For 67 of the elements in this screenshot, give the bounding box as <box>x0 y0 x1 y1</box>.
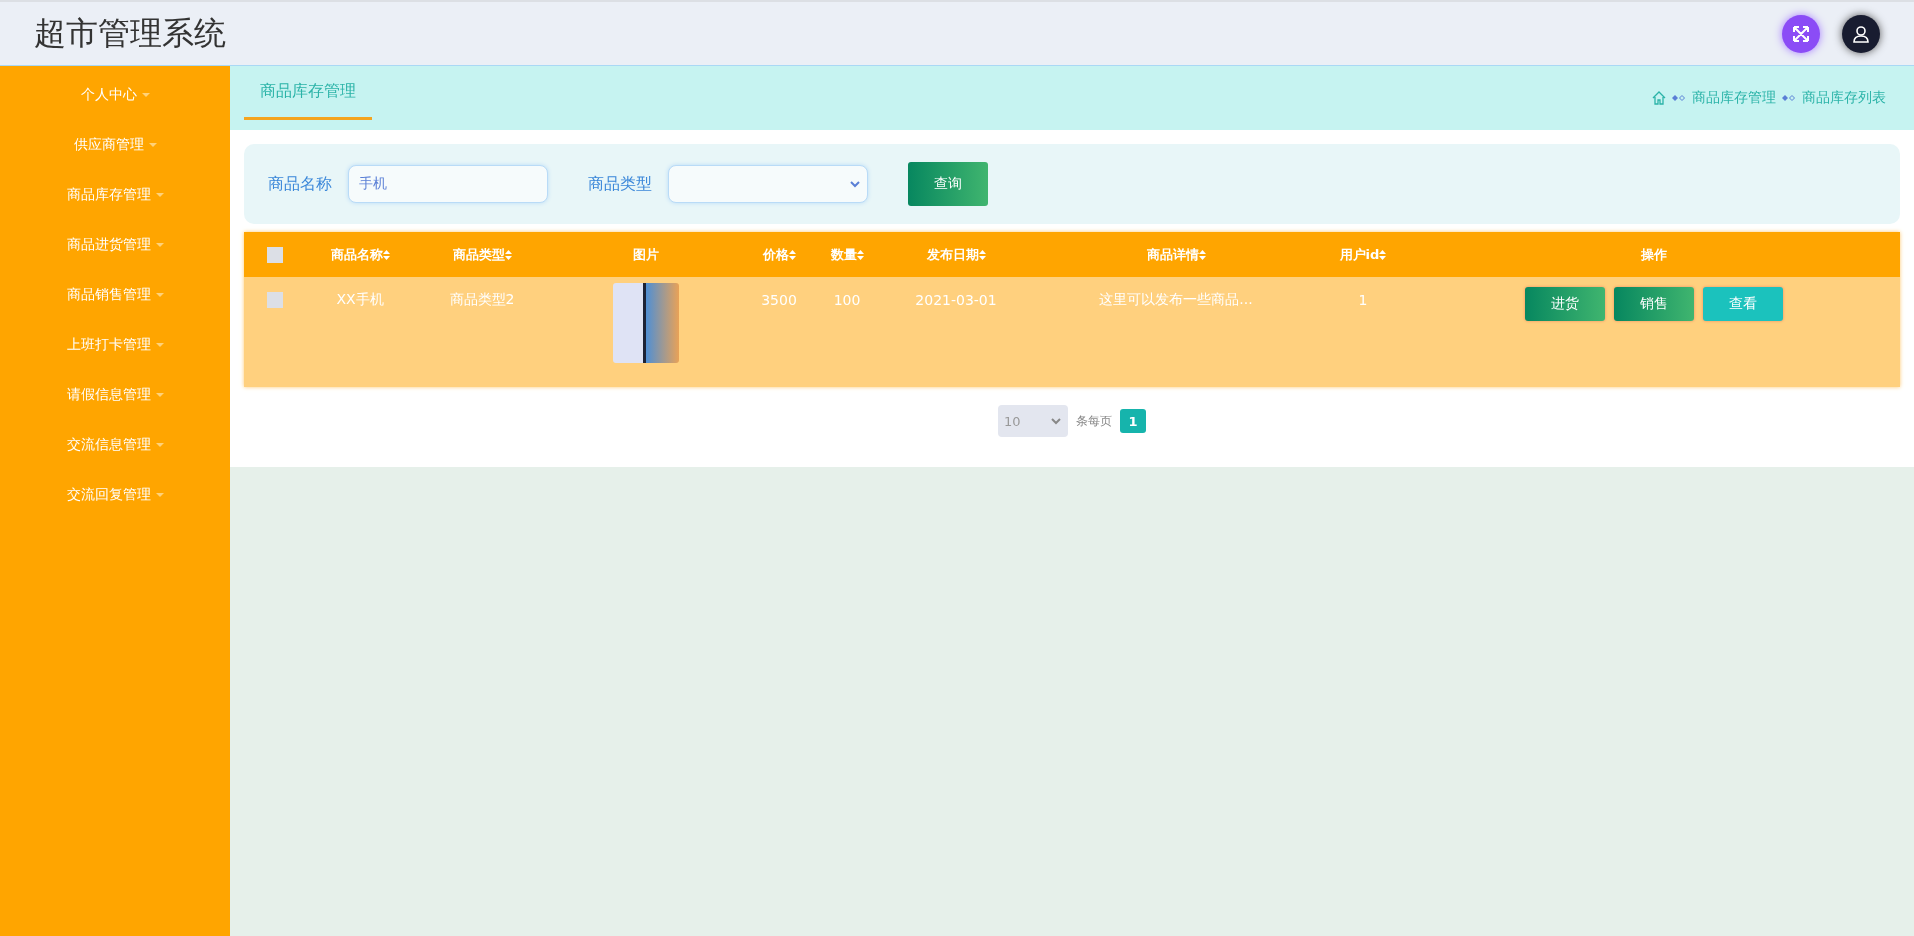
column-header: 价格 <box>762 245 796 264</box>
tab[interactable]: 商品库存管理 <box>244 66 372 120</box>
chevron-down-icon <box>849 180 861 188</box>
sort-icon[interactable] <box>504 249 512 260</box>
caret-icon <box>141 93 150 97</box>
fullscreen-button[interactable] <box>1782 14 1820 53</box>
action-button[interactable]: 销售 <box>1614 287 1694 321</box>
caret-icon <box>155 443 164 447</box>
checkbox[interactable] <box>267 246 283 263</box>
table-cell: XX手机 <box>336 290 384 309</box>
page-size-select[interactable]: 10 <box>998 405 1068 437</box>
action-button[interactable]: 进货 <box>1525 287 1605 321</box>
action-button[interactable]: 查看 <box>1703 287 1783 321</box>
caret-icon <box>155 393 164 397</box>
column-header: 商品详情 <box>1146 245 1206 264</box>
field-label: 商品名称 <box>268 173 332 195</box>
app-title: 超市管理系统 <box>34 12 227 54</box>
search-button[interactable]: 查询 <box>908 162 988 206</box>
caret-icon <box>155 493 164 497</box>
checkbox[interactable] <box>267 291 283 308</box>
caret-icon <box>155 243 164 247</box>
sort-icon[interactable] <box>788 249 796 260</box>
sidebar-item[interactable]: 个人中心 <box>80 70 150 120</box>
table-cell: 3500 <box>761 291 797 308</box>
per-page-label: 条每页 <box>1076 412 1112 430</box>
page-button[interactable]: 1 <box>1120 409 1146 433</box>
breadcrumb-link[interactable]: 商品库存列表 <box>1802 89 1886 107</box>
diamond-separator-icon <box>1672 94 1686 102</box>
table-cell: 2021-03-01 <box>915 291 997 308</box>
table-cell: 这里可以发布一些商品... <box>1099 290 1253 309</box>
caret-icon <box>148 143 157 147</box>
chevron-down-icon <box>1050 417 1062 425</box>
sort-icon[interactable] <box>1198 249 1206 260</box>
sidebar-item[interactable]: 商品销售管理 <box>66 270 164 320</box>
breadcrumb-link[interactable]: 商品库存管理 <box>1692 89 1776 107</box>
caret-icon <box>155 343 164 347</box>
select-field[interactable] <box>668 165 868 203</box>
sort-icon[interactable] <box>856 249 864 260</box>
table-cell: 100 <box>833 291 861 308</box>
sidebar-item[interactable]: 请假信息管理 <box>66 370 164 420</box>
field-label: 商品类型 <box>588 173 652 195</box>
sidebar-item[interactable]: 交流回复管理 <box>66 470 164 520</box>
caret-icon <box>155 293 164 297</box>
sidebar-item[interactable]: 交流信息管理 <box>66 420 164 470</box>
home-icon[interactable] <box>1652 91 1666 105</box>
sidebar-item[interactable]: 上班打卡管理 <box>66 320 164 370</box>
user-button[interactable] <box>1842 14 1880 53</box>
sort-icon[interactable] <box>978 249 986 260</box>
sidebar-item[interactable]: 供应商管理 <box>73 120 157 170</box>
column-header: 数量 <box>830 245 864 264</box>
input-field[interactable]: 手机 <box>348 165 548 203</box>
column-header: 商品名称 <box>330 245 390 264</box>
table-cell: 1 <box>1358 291 1368 308</box>
sort-icon[interactable] <box>1379 249 1387 260</box>
user-icon <box>1852 24 1870 43</box>
sidebar-item[interactable]: 商品进货管理 <box>66 220 164 270</box>
column-header: 操作 <box>1641 245 1667 264</box>
caret-icon <box>155 193 164 197</box>
diamond-separator-icon <box>1782 94 1796 102</box>
sort-icon[interactable] <box>382 249 390 260</box>
column-header: 商品类型 <box>452 245 512 264</box>
column-header: 用户id <box>1339 245 1387 264</box>
table-cell: 商品类型2 <box>449 290 515 309</box>
sidebar-item[interactable]: 商品库存管理 <box>66 170 164 220</box>
expand-arrows-icon <box>1792 24 1810 43</box>
column-header: 图片 <box>633 245 659 264</box>
column-header: 发布日期 <box>926 245 986 264</box>
